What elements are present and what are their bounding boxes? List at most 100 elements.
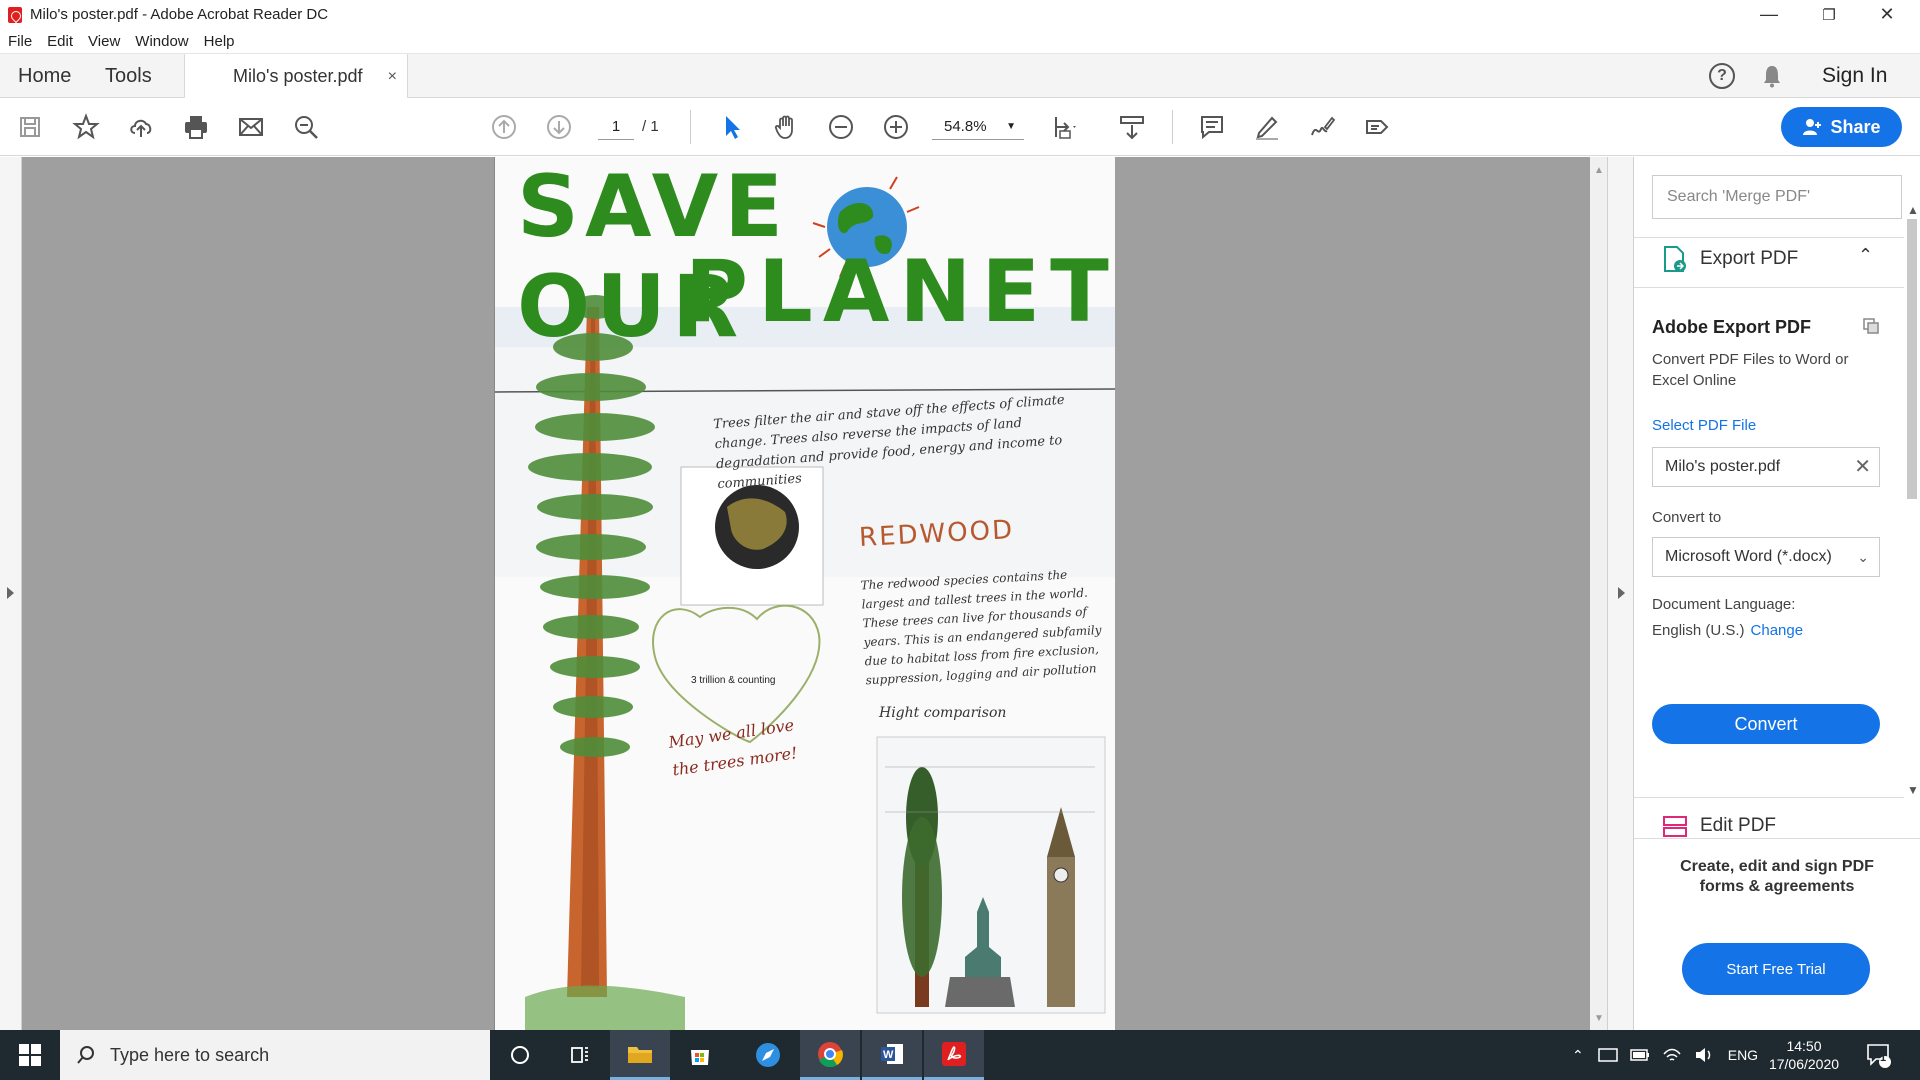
task-view-icon[interactable]	[490, 1030, 550, 1080]
share-button[interactable]: Share	[1781, 107, 1902, 147]
convert-button[interactable]: Convert	[1652, 704, 1880, 744]
divider	[1634, 838, 1920, 839]
select-cursor-icon[interactable]	[716, 111, 748, 143]
page-fit-icon[interactable]	[1048, 111, 1080, 143]
email-icon[interactable]	[235, 111, 267, 143]
search-zoom-icon[interactable]	[290, 111, 322, 143]
input-language-indicator[interactable]: ENG	[1728, 1047, 1758, 1063]
divider	[1634, 287, 1904, 288]
zoom-in-icon[interactable]	[880, 111, 912, 143]
menu-edit[interactable]: Edit	[47, 33, 73, 50]
document-scrollbar[interactable]: ▲ ▼	[1590, 157, 1607, 1030]
chrome-icon[interactable]	[800, 1030, 860, 1080]
word-icon[interactable]: W	[862, 1030, 922, 1080]
notification-count: 1	[1880, 1052, 1887, 1064]
edit-pdf-icon	[1663, 816, 1687, 837]
clear-file-icon[interactable]: ✕	[1854, 448, 1871, 486]
scrollbar-thumb[interactable]	[1907, 219, 1917, 499]
scroll-up-icon[interactable]: ▲	[1907, 203, 1919, 217]
tab-home[interactable]: Home	[18, 54, 71, 98]
upload-cloud-icon[interactable]	[125, 111, 157, 143]
title-bar: Milo's poster.pdf - Adobe Acrobat Reader…	[0, 0, 1920, 29]
menu-view[interactable]: View	[88, 33, 120, 50]
toolbar-divider	[690, 110, 691, 144]
page-number-input[interactable]: 1	[598, 114, 634, 140]
menu-bar: File Edit View Window Help	[0, 29, 1920, 54]
zoom-out-icon[interactable]	[825, 111, 857, 143]
select-pdf-file-link[interactable]: Select PDF File	[1652, 417, 1756, 434]
close-button[interactable]: ✕	[1858, 0, 1916, 29]
add-user-icon	[1803, 119, 1822, 135]
scroll-up-icon[interactable]: ▲	[1594, 165, 1604, 176]
timeline-icon[interactable]	[550, 1030, 610, 1080]
document-language-row: English (U.S.) Change	[1652, 622, 1803, 639]
wifi-icon[interactable]	[1662, 1046, 1682, 1064]
microsoft-store-icon[interactable]	[670, 1030, 730, 1080]
chevron-up-icon[interactable]: ⌃	[1572, 1047, 1584, 1064]
help-icon[interactable]: ?	[1709, 63, 1735, 89]
document-language-value: English (U.S.)	[1652, 622, 1745, 639]
edit-pdf-header[interactable]: Edit PDF	[1662, 814, 1776, 838]
toolbar: 1 / 1 54.8% ▼ Share	[0, 98, 1920, 156]
next-page-icon[interactable]	[543, 111, 575, 143]
menu-file[interactable]: File	[8, 33, 32, 50]
collapse-right-icon	[1618, 587, 1625, 599]
acrobat-reader-taskbar-icon[interactable]	[924, 1030, 984, 1080]
scroll-down-icon[interactable]: ▼	[1594, 1013, 1604, 1024]
export-pdf-label: Export PDF	[1700, 248, 1799, 269]
menu-window[interactable]: Window	[135, 33, 188, 50]
tools-pane-scrollbar[interactable]: ▲ ▼	[1904, 203, 1920, 803]
start-free-trial-button[interactable]: Start Free Trial	[1682, 943, 1870, 995]
sign-in-link[interactable]: Sign In	[1822, 64, 1887, 88]
bell-icon[interactable]	[1762, 64, 1782, 88]
zoom-level-value: 54.8%	[944, 118, 987, 135]
notification-center-icon[interactable]	[1866, 1042, 1892, 1068]
hand-tool-icon[interactable]	[770, 111, 802, 143]
taskbar-clock[interactable]: 14:50 17/06/2020	[1764, 1037, 1844, 1073]
tools-search-input[interactable]: Search 'Merge PDF'	[1652, 175, 1902, 219]
tab-tools[interactable]: Tools	[105, 54, 152, 98]
print-icon[interactable]	[180, 111, 212, 143]
pdf-page: SAVE OUR PLANET Trees filter the air and…	[494, 157, 1115, 1030]
acrobat-logo-icon	[8, 6, 22, 23]
restore-button[interactable]: ❐	[1800, 0, 1858, 29]
save-icon[interactable]	[14, 111, 46, 143]
battery-icon[interactable]	[1629, 1048, 1650, 1062]
comment-icon[interactable]	[1196, 111, 1228, 143]
highlight-pen-icon[interactable]	[1251, 111, 1283, 143]
scroll-down-icon[interactable]: ▼	[1907, 783, 1919, 797]
previous-page-icon[interactable]	[488, 111, 520, 143]
volume-icon[interactable]	[1694, 1046, 1714, 1064]
minimize-button[interactable]: —	[1740, 0, 1798, 29]
poster-globe-caption: 3 trillion & counting	[691, 675, 776, 686]
start-button[interactable]	[0, 1030, 60, 1080]
close-tab-icon[interactable]: ×	[388, 68, 397, 86]
taskbar-search-input[interactable]: Type here to search	[60, 1030, 490, 1080]
convert-format-select[interactable]: Microsoft Word (*.docx) ⌄	[1652, 537, 1880, 577]
divider	[1634, 237, 1904, 238]
meet-now-icon[interactable]	[1597, 1046, 1618, 1064]
sign-icon[interactable]	[1306, 111, 1338, 143]
edit-pdf-label: Edit PDF	[1700, 815, 1777, 836]
copy-icon[interactable]	[1862, 317, 1880, 335]
page-total: / 1	[642, 118, 659, 135]
left-panel-toggle[interactable]	[0, 157, 22, 1030]
poster-redwood-text: The redwood species contains the largest…	[860, 567, 1102, 688]
more-tools-icon[interactable]	[1361, 111, 1393, 143]
tab-document[interactable]: Milo's poster.pdf ×	[184, 54, 408, 99]
file-explorer-icon[interactable]	[610, 1030, 670, 1080]
clock-time: 14:50	[1786, 1038, 1822, 1054]
zoom-level-select[interactable]: 54.8% ▼	[932, 114, 1024, 140]
right-panel-toggle[interactable]	[1607, 157, 1634, 1030]
chevron-up-icon[interactable]: ⌃	[1858, 245, 1873, 266]
safari-browser-icon[interactable]	[738, 1030, 798, 1080]
convert-to-label: Convert to	[1652, 509, 1722, 526]
bookmark-star-icon[interactable]	[70, 111, 102, 143]
change-language-link[interactable]: Change	[1751, 622, 1804, 639]
scroll-mode-icon[interactable]	[1116, 111, 1148, 143]
menu-help[interactable]: Help	[204, 33, 235, 50]
export-pdf-header[interactable]: Export PDF ⌃	[1662, 245, 1873, 273]
windows-taskbar: Type here to search W ⌃ ENG 14:50 17/06/…	[0, 1030, 1920, 1080]
selected-file-field[interactable]: Milo's poster.pdf ✕	[1652, 447, 1880, 487]
adobe-export-description: Convert PDF Files to Word or Excel Onlin…	[1652, 351, 1849, 389]
